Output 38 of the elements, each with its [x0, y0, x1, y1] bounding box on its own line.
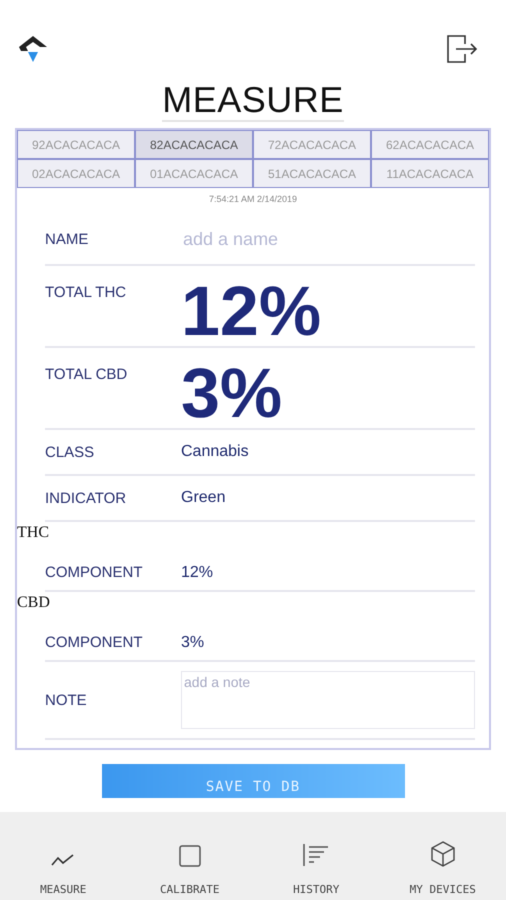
nav-item[interactable]: MY DEVICES — [380, 812, 506, 900]
nav-item[interactable]: CALIBRATE — [126, 812, 253, 900]
cube-icon — [430, 841, 455, 867]
field-label: INDICATOR — [45, 490, 128, 506]
logo-icon — [18, 35, 48, 63]
device-tab[interactable]: 92ACACACACA — [17, 130, 135, 159]
field-value: Cannabis — [181, 443, 249, 461]
component-prefix: CBD — [17, 593, 50, 612]
square-icon — [178, 845, 201, 867]
note-field[interactable]: add a note — [181, 671, 475, 729]
field-value: 12% — [181, 563, 214, 582]
field-label: CLASS — [45, 444, 96, 460]
percent-value: 3% — [181, 353, 282, 428]
device-tab[interactable]: 82ACACACACA — [135, 130, 253, 159]
field-label: COMPONENT — [45, 563, 144, 581]
save-button[interactable]: SAVE TO DB — [102, 764, 404, 798]
line-chart-icon — [51, 853, 76, 867]
timestamp: 7:54:21 AM 2/14/2019 — [208, 193, 298, 206]
field-label: COMPONENT — [45, 633, 144, 651]
device-tab[interactable]: 72ACACACACA — [253, 130, 371, 159]
page-title: MEASURE — [162, 80, 344, 122]
device-tab[interactable]: 02ACACACACA — [17, 159, 135, 188]
device-tab[interactable]: 01ACACACACA — [135, 159, 253, 188]
device-tab[interactable]: 11ACACACACA — [371, 159, 489, 188]
list-icon — [302, 843, 330, 867]
field-value: Green — [181, 489, 226, 507]
field-label: TOTAL CBD — [45, 365, 128, 383]
field-label: NAME — [45, 230, 90, 248]
field-value: 3% — [181, 633, 204, 652]
component-prefix: THC — [17, 523, 49, 542]
nav-item[interactable]: HISTORY — [253, 812, 380, 900]
device-tab[interactable]: 62ACACACACA — [371, 130, 489, 159]
field-label: TOTAL THC — [45, 283, 128, 301]
logout-icon[interactable] — [446, 34, 478, 64]
nav-item[interactable]: MEASURE — [0, 812, 126, 900]
field-label: NOTE — [45, 692, 88, 708]
percent-value: 12% — [181, 271, 322, 346]
device-tab[interactable]: 51ACACACACA — [253, 159, 371, 188]
